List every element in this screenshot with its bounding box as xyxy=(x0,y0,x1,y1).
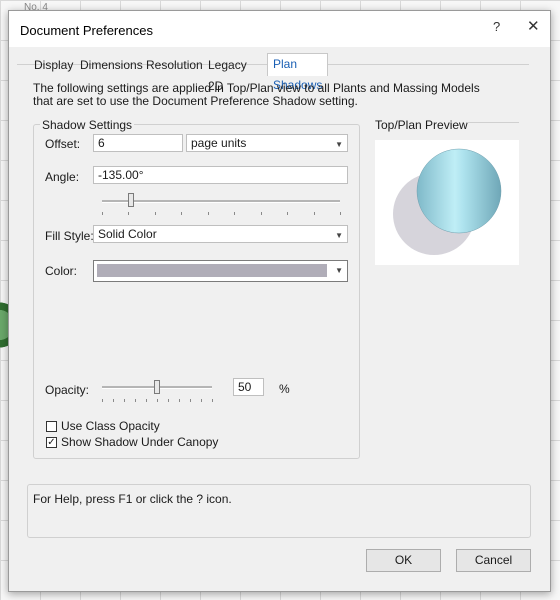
opacity-slider-thumb[interactable] xyxy=(154,380,160,394)
ok-button[interactable]: OK xyxy=(366,549,441,572)
slider-tick xyxy=(128,212,130,215)
angle-input[interactable]: -135.00° xyxy=(93,166,348,184)
show-under-canopy-label: Show Shadow Under Canopy xyxy=(61,435,219,449)
dialog-title: Document Preferences xyxy=(20,23,153,38)
tab-display[interactable]: Display xyxy=(29,55,78,76)
slider-tick xyxy=(181,212,183,215)
preview-svg xyxy=(393,148,502,255)
opacity-input[interactable]: 50 xyxy=(233,378,264,396)
opacity-label: Opacity: xyxy=(45,383,90,397)
use-class-opacity-checkbox[interactable] xyxy=(46,421,57,432)
tab-dimensions[interactable]: Dimensions xyxy=(75,55,148,76)
shadow-settings-title: Shadow Settings xyxy=(40,118,135,132)
angle-slider-track[interactable] xyxy=(102,200,340,203)
slider-tick xyxy=(212,399,213,402)
slider-tick xyxy=(287,212,289,215)
preview-divider xyxy=(467,122,519,123)
intro-text: The following settings are applied in To… xyxy=(33,81,480,108)
opacity-unit: % xyxy=(279,382,290,396)
color-swatch xyxy=(97,264,327,277)
slider-tick xyxy=(113,399,114,402)
slider-tick xyxy=(190,399,191,402)
title-bar: Document Preferences ? ✕ xyxy=(9,11,550,47)
angle-slider-thumb[interactable] xyxy=(127,193,134,207)
preview-canvas xyxy=(375,140,519,265)
use-class-opacity-label: Use Class Opacity xyxy=(61,419,160,433)
chevron-down-icon: ▼ xyxy=(335,266,343,275)
fill-style-value: Solid Color xyxy=(98,227,157,241)
close-icon[interactable]: ✕ xyxy=(527,17,540,35)
slider-tick xyxy=(154,212,156,215)
slider-tick xyxy=(340,212,341,215)
slider-tick xyxy=(124,399,125,402)
slider-tick xyxy=(260,212,262,215)
slider-tick xyxy=(207,212,209,215)
color-picker[interactable]: ▼ xyxy=(93,260,348,282)
slider-tick xyxy=(179,399,180,402)
slider-tick xyxy=(234,212,236,215)
units-select[interactable]: page units ▼ xyxy=(186,134,348,152)
color-label: Color: xyxy=(45,264,78,278)
slider-tick xyxy=(102,212,103,215)
slider-tick xyxy=(146,399,147,402)
help-icon[interactable]: ? xyxy=(493,19,500,34)
fill-style-label: Fill Style: xyxy=(45,229,94,243)
fill-style-select[interactable]: Solid Color ▼ xyxy=(93,225,348,243)
show-under-canopy-checkbox[interactable]: ✓ xyxy=(46,437,57,448)
tab-resolution[interactable]: Resolution xyxy=(141,55,208,76)
slider-tick xyxy=(135,399,136,402)
chevron-down-icon: ▼ xyxy=(335,231,343,240)
offset-input[interactable]: 6 xyxy=(93,134,183,152)
cancel-button[interactable]: Cancel xyxy=(456,549,531,572)
slider-tick xyxy=(157,399,158,402)
chevron-down-icon: ▼ xyxy=(335,140,343,149)
slider-tick xyxy=(313,212,315,215)
offset-label: Offset: xyxy=(45,137,81,151)
slider-tick xyxy=(168,399,169,402)
help-text: For Help, press F1 or click the ? icon. xyxy=(33,492,232,506)
slider-tick xyxy=(201,399,202,402)
tab-legacy-2d[interactable]: Legacy 2D xyxy=(203,55,252,93)
preview-title: Top/Plan Preview xyxy=(375,118,468,132)
units-value: page units xyxy=(191,136,247,150)
slider-tick xyxy=(102,399,103,402)
angle-label: Angle: xyxy=(45,170,80,184)
tab-plan-shadows[interactable]: Plan Shadows xyxy=(267,53,329,92)
preview-object-shape xyxy=(416,148,502,234)
